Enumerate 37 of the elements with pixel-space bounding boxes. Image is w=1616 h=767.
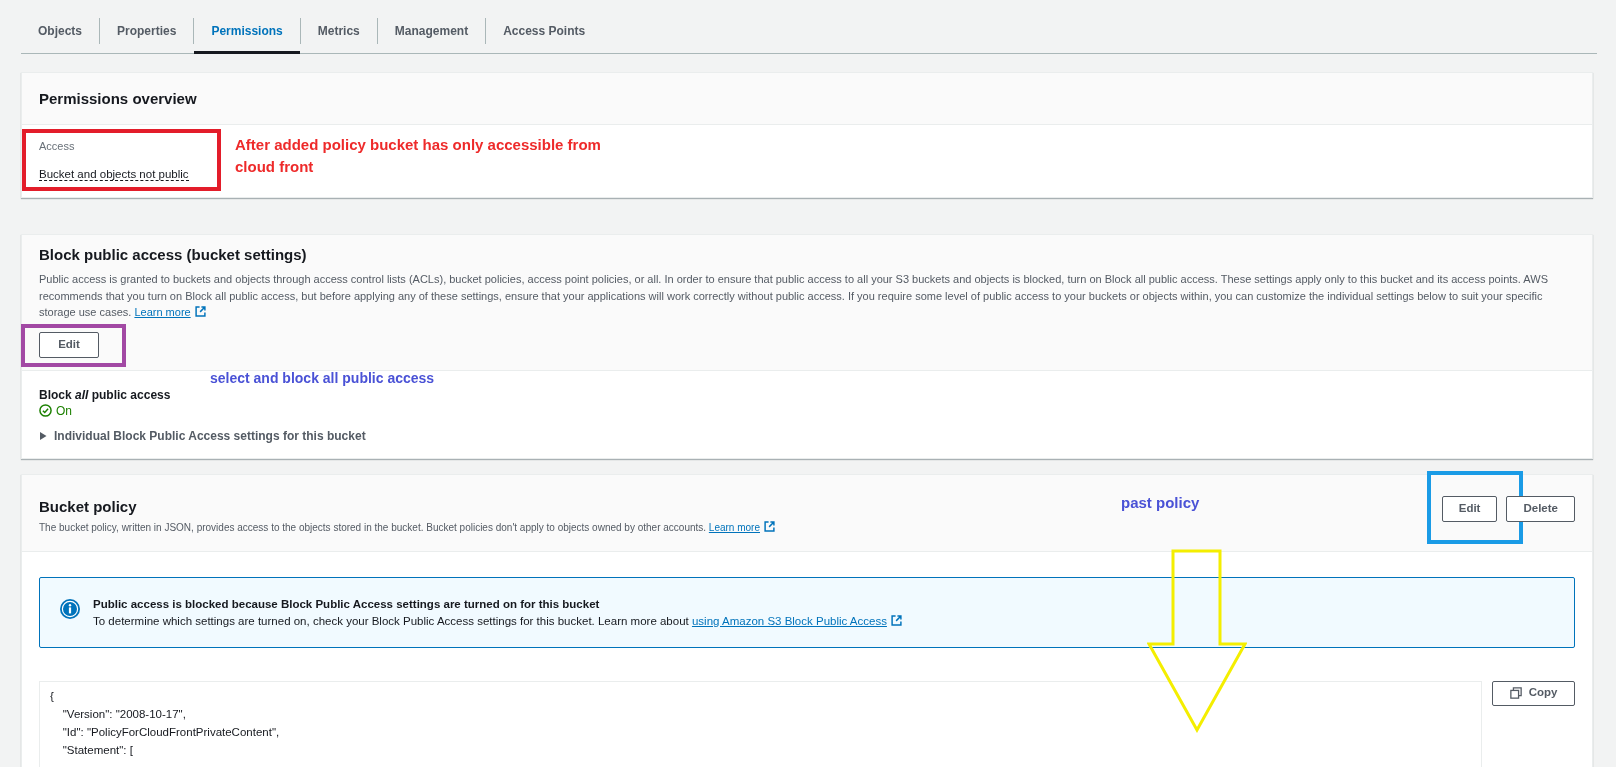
tab[interactable]: Access Points [486,7,603,54]
tab[interactable]: Objects [21,7,99,54]
tab[interactable]: Metrics [300,7,377,54]
block-public-access-link[interactable]: using Amazon S3 Block Public Access [691,614,902,627]
tab[interactable]: Management [377,7,486,54]
setting-label: Block all public access [39,386,171,403]
panel-title: Block public access (bucket settings) [39,245,307,265]
field-label: Access [39,139,75,153]
panel-title: Permissions overview [39,88,197,109]
copy-button[interactable]: Copy [1492,680,1575,706]
delete-button[interactable]: Delete [1506,495,1575,522]
expand-toggle[interactable]: Individual Block Public Access settings for this bucket [39,427,366,444]
code-line: { [50,688,54,704]
code-line: "Id": "PolicyForCloudFrontPrivateContent", [61,724,280,740]
learn-more-link[interactable]: Learn more [134,306,206,318]
description-text: The bucket policy, written in JSON, provides access to the objects stored in the bucket. Bucket policies don't apply to objects owned by other accounts. Learn more [39,519,775,536]
panel-title: Bucket policy [39,496,137,517]
annotation-text: After added policy bucket has only accessible from cloud front [235,135,602,177]
tab[interactable]: Permissions [194,7,300,54]
info-icon [60,598,80,619]
external-link-icon [764,520,775,532]
alert-title: Public access is blocked because Block Public Access settings are turned on for this bucket [93,596,601,612]
edit-button[interactable]: Edit [39,331,99,358]
tab[interactable]: Properties [100,7,194,54]
copy-icon [1509,687,1522,699]
description-text: Public access is granted to buckets and objects through access control lists (ACLs), bucket policies, access point policies, or all. In order to ensure that public access to all your S3 buckets and objects is blocked, turn on Block all public access. These settings apply only to this bucket and its access points. AWS recommends that you turn on Block all public access, but before applying any of these settings, ensure that your applications will work correctly without public access. If you require some level of public access to your buckets or objects within, you can customize the individual settings below to suit your specific storage use cases. Learn more [39,272,1549,320]
edit-button[interactable]: Edit [1441,495,1498,522]
external-link-icon [890,614,902,626]
learn-more-link[interactable]: Learn more [708,521,775,533]
access-status-text: Bucket and objects not public [39,168,189,181]
status-text: On [56,402,72,420]
code-line: "Statement": [ [61,742,133,758]
annotation-text: select and block all public access [210,368,435,387]
annotation-text: past policy [1121,493,1200,512]
alert-text: To determine which settings are turned on, check your Block Public Access settings for this bucket. Learn more about using Amazon S3 Block Public Access [93,612,902,630]
external-link-icon [194,306,206,317]
code-line: "Version": "2008-10-17", [61,706,186,722]
